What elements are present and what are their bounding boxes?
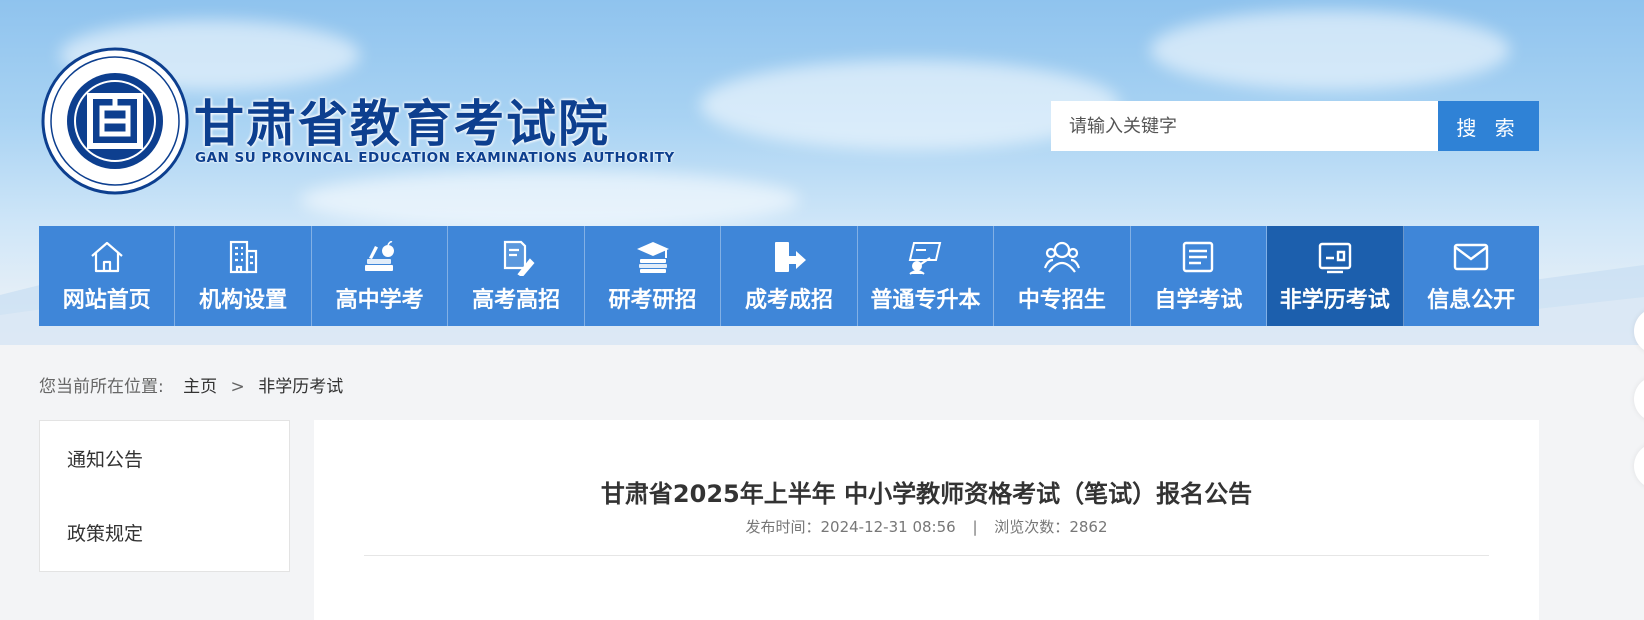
envelope-icon xyxy=(1452,238,1490,276)
view-count: 2862 xyxy=(1069,518,1108,536)
home-icon xyxy=(88,238,126,276)
nav-item-home[interactable]: 网站首页 xyxy=(39,226,176,326)
nav-item-postgraduate[interactable]: 研考研招 xyxy=(585,226,722,326)
search-button[interactable]: 搜 索 xyxy=(1438,101,1539,151)
book-arrow-icon xyxy=(770,238,808,276)
nav-label: 自学考试 xyxy=(1154,288,1243,313)
meta-separator: | xyxy=(972,518,978,536)
nav-item-adult-exam[interactable]: 成考成招 xyxy=(721,226,858,326)
floating-tool-button[interactable] xyxy=(1634,443,1644,489)
nav-item-non-degree[interactable]: 非学历考试 xyxy=(1267,226,1404,326)
nav-label: 高考高招 xyxy=(472,288,561,313)
nav-item-upgrade[interactable]: 普通专升本 xyxy=(858,226,995,326)
search-input[interactable] xyxy=(1051,101,1438,151)
nav-label: 成考成招 xyxy=(744,288,833,313)
teacher-board-icon xyxy=(906,238,944,276)
sidebar-item-notices[interactable]: 通知公告 xyxy=(67,445,143,472)
site-title: 甘肃省教育考试院 xyxy=(194,95,610,153)
building-icon xyxy=(224,238,262,276)
id-card-icon xyxy=(1316,238,1354,276)
nav-item-organization[interactable]: 机构设置 xyxy=(175,226,312,326)
breadcrumb: 您当前所在位置: 主页 > 非学历考试 xyxy=(39,372,343,397)
nav-label: 高中学考 xyxy=(335,288,424,313)
emblem-icon[interactable] xyxy=(40,46,190,196)
article-panel: 甘肃省2025年上半年 中小学教师资格考试（笔试）报名公告 发布时间：2024-… xyxy=(314,420,1539,620)
exam-pen-icon xyxy=(497,238,535,276)
breadcrumb-separator: > xyxy=(230,377,245,397)
books-apple-icon xyxy=(361,238,399,276)
nav-label: 机构设置 xyxy=(199,288,288,313)
publish-label: 发布时间： xyxy=(745,518,821,536)
nav-item-info-disclosure[interactable]: 信息公开 xyxy=(1404,226,1539,326)
document-lines-icon xyxy=(1179,238,1217,276)
nav-item-vocational[interactable]: 中专招生 xyxy=(994,226,1131,326)
nav-item-gaokao[interactable]: 高考高招 xyxy=(448,226,585,326)
nav-label: 中专招生 xyxy=(1017,288,1106,313)
breadcrumb-current-link[interactable]: 非学历考试 xyxy=(258,377,343,397)
users-icon xyxy=(1043,238,1081,276)
breadcrumb-prefix: 您当前所在位置: xyxy=(39,377,164,397)
title-divider xyxy=(364,555,1489,556)
site-subtitle: GAN SU PROVINCAL EDUCATION EXAMINATIONS … xyxy=(195,150,675,166)
article-meta: 发布时间：2024-12-31 08:56 | 浏览次数：2862 xyxy=(314,516,1539,537)
floating-tool-button[interactable] xyxy=(1634,376,1644,422)
sidebar: 通知公告 政策规定 xyxy=(39,420,290,572)
publish-time: 2024-12-31 08:56 xyxy=(820,518,956,536)
main-nav: 网站首页 机构设置 高中学考 高考高招 研考研招 成考成招 普通专升本 中专招生… xyxy=(39,226,1539,326)
nav-item-self-study[interactable]: 自学考试 xyxy=(1131,226,1268,326)
nav-label: 普通专升本 xyxy=(870,288,981,313)
breadcrumb-home-link[interactable]: 主页 xyxy=(183,377,217,397)
nav-label: 非学历考试 xyxy=(1279,288,1390,313)
nav-label: 研考研招 xyxy=(608,288,697,313)
nav-label: 网站首页 xyxy=(62,288,151,313)
search-bar: 搜 索 xyxy=(1051,101,1539,151)
article-title: 甘肃省2025年上半年 中小学教师资格考试（笔试）报名公告 xyxy=(600,480,1253,508)
views-label: 浏览次数： xyxy=(994,518,1070,536)
graduation-cap-icon xyxy=(634,238,672,276)
sidebar-item-policies[interactable]: 政策规定 xyxy=(67,519,143,546)
nav-item-high-school-exam[interactable]: 高中学考 xyxy=(312,226,449,326)
nav-label: 信息公开 xyxy=(1427,288,1516,313)
